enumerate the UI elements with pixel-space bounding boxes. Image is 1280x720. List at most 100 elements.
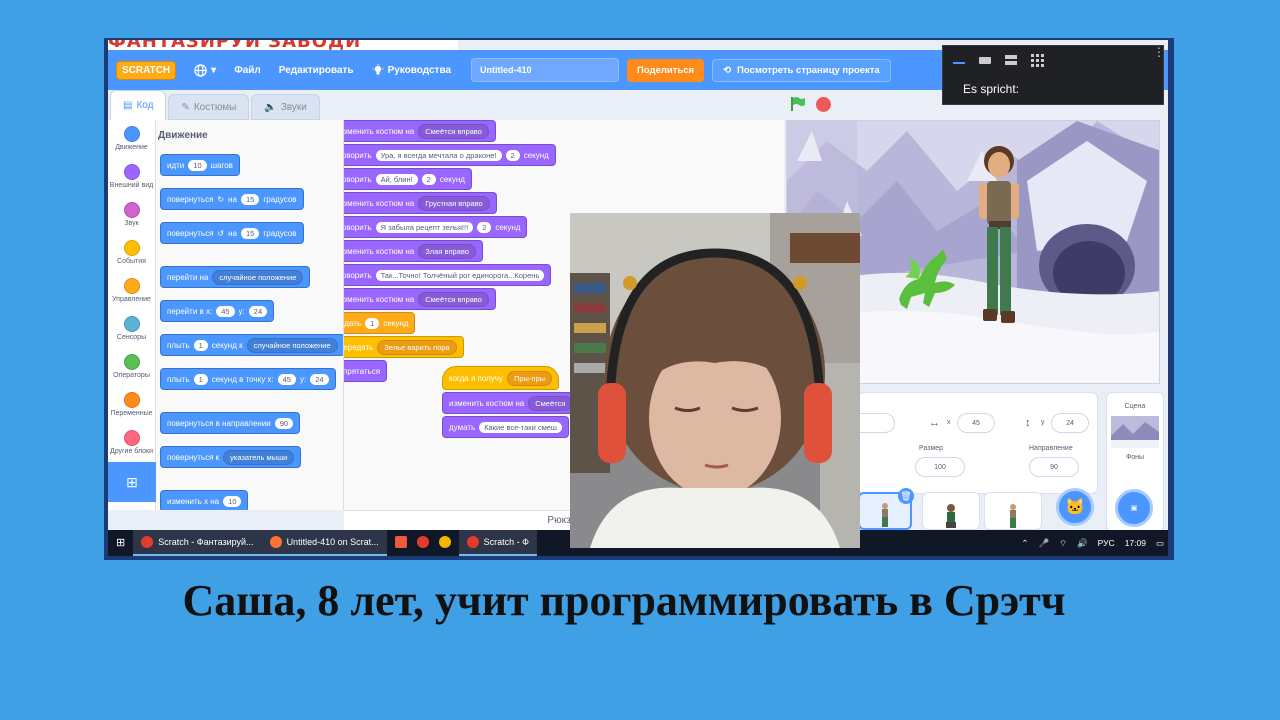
script-block-switch-costume[interactable]: изменить костюм на Смеётся вправо	[344, 288, 496, 310]
block-input[interactable]: 1	[193, 373, 208, 385]
scratch-logo[interactable]: SCRATCH	[116, 60, 177, 80]
category-my-blocks[interactable]: Другие блоки	[108, 424, 155, 462]
script-block-say[interactable]: говоритьТак...Точно! Толчёный рог единор…	[344, 264, 552, 286]
add-extension-button[interactable]: ⊞	[108, 462, 156, 502]
block-input[interactable]: Я забыла рецепт зелья!!!	[375, 221, 474, 233]
block-change-x[interactable]: изменить x на 10	[160, 490, 249, 510]
block-input[interactable]: 1	[193, 339, 208, 351]
chevron-up-icon[interactable]: ⌃	[1021, 538, 1028, 549]
see-project-page-button[interactable]: ⟲ Посмотреть страницу проекта	[712, 58, 891, 82]
block-dropdown[interactable]: указатель мыши	[223, 449, 295, 465]
block-point-direction[interactable]: повернуться в направлении 90	[160, 412, 301, 434]
block-input[interactable]: 15	[241, 193, 260, 205]
block-input[interactable]: 24	[248, 305, 268, 317]
script-block-switch-costume[interactable]: изменить костюм на Злая вправо	[344, 240, 483, 262]
script-block-wait[interactable]: ждать1секунд	[344, 312, 416, 334]
script-block-hide[interactable]: спрятаться	[344, 360, 388, 382]
block-input[interactable]: 90	[274, 417, 294, 429]
script-block-say[interactable]: говоритьАй, блин!2секунд	[344, 168, 472, 190]
project-title-input[interactable]: Untitled-410	[471, 58, 620, 82]
category-operators[interactable]: Операторы	[108, 348, 155, 386]
block-glide[interactable]: плыть 1 секунд к случайное положение	[160, 334, 343, 356]
sprite-tile[interactable]	[922, 492, 980, 530]
block-input[interactable]: 24	[310, 373, 329, 385]
block-input[interactable]: Какие все-таки смеш	[479, 421, 562, 433]
clock[interactable]: 17:09	[1125, 538, 1146, 548]
language-menu[interactable]: ▾	[194, 63, 216, 77]
y-input[interactable]: 24	[1051, 413, 1089, 433]
taskbar-item[interactable]: Scratch - Ф	[458, 530, 537, 556]
tutorials-menu[interactable]: Руководства	[372, 64, 451, 76]
block-dropdown[interactable]: Смеётся вправо	[418, 291, 489, 307]
block-goto[interactable]: перейти на случайное положение	[160, 266, 311, 288]
block-input[interactable]: 10	[188, 159, 207, 171]
block-move[interactable]: идти 10 шагов	[160, 154, 240, 176]
block-dropdown[interactable]: Грустная вправо	[418, 195, 490, 211]
layout-grid-icon[interactable]	[1031, 53, 1044, 67]
block-input[interactable]: 2	[421, 173, 436, 185]
tab-sounds[interactable]: 🔈 Звуки	[251, 94, 320, 120]
block-input[interactable]: 2	[505, 149, 520, 161]
taskbar-app-icons[interactable]	[387, 530, 459, 556]
delete-sprite-icon[interactable]: 🗑	[898, 488, 914, 504]
block-input[interactable]: 10	[223, 495, 242, 507]
layout-split-icon[interactable]	[1005, 55, 1017, 65]
stop-button[interactable]	[816, 97, 831, 112]
block-point-towards[interactable]: повернуться к указатель мыши	[160, 446, 302, 468]
block-turn-right[interactable]: повернуться ↻ на 15 градусов	[160, 188, 304, 210]
category-looks[interactable]: Внешний вид	[108, 158, 155, 196]
category-events[interactable]: События	[108, 234, 155, 272]
block-dropdown[interactable]: случайное положение	[246, 337, 338, 353]
block-input[interactable]: 45	[277, 373, 296, 385]
taskbar-item[interactable]: Untitled-410 on Scrat...	[261, 530, 387, 556]
block-dropdown[interactable]: Злая вправо	[418, 243, 476, 259]
block-input[interactable]: Так...Точно! Толчёный рог единорога...Ко…	[375, 269, 545, 281]
file-menu[interactable]: Файл	[234, 65, 261, 76]
block-dropdown[interactable]: Смеётся	[528, 395, 573, 411]
category-variables[interactable]: Переменные	[108, 386, 155, 424]
more-options-icon[interactable]: ⋮	[1153, 46, 1165, 66]
volume-icon[interactable]: 🔊	[1077, 538, 1088, 549]
sprite-tile[interactable]: 🗑	[858, 488, 914, 530]
taskbar-item[interactable]: Scratch - Фантазируй...	[133, 530, 262, 556]
block-goto-xy[interactable]: перейти в x: 45 y: 24	[160, 300, 275, 322]
block-turn-left[interactable]: повернуться ↺ на 15 градусов	[160, 222, 304, 244]
script-block-switch-costume[interactable]: изменить костюм на Грустная вправо	[344, 192, 497, 214]
microphone-icon[interactable]: 🎤	[1038, 538, 1049, 549]
category-control[interactable]: Управление	[108, 272, 155, 310]
direction-input[interactable]: 90	[1029, 457, 1079, 477]
block-input[interactable]: 1	[365, 317, 380, 329]
tab-code[interactable]: ▤ Код	[110, 90, 167, 120]
block-input[interactable]: 2	[477, 221, 492, 233]
block-input[interactable]: 15	[241, 227, 260, 239]
green-flag-icon[interactable]	[790, 96, 806, 112]
edit-menu[interactable]: Редактировать	[279, 65, 354, 76]
block-dropdown[interactable]: Смеётся вправо	[418, 123, 489, 139]
category-sound[interactable]: Звук	[108, 196, 155, 234]
layout-small-icon[interactable]	[979, 56, 991, 64]
block-dropdown[interactable]: Зелье варить пора	[377, 339, 457, 355]
block-input[interactable]: Ура, я всегда мечтала о драконе!	[375, 149, 502, 161]
script-block-switch-costume[interactable]: изменить костюм на Смеётся	[442, 392, 580, 414]
script-block-say[interactable]: говоритьУра, я всегда мечтала о драконе!…	[344, 144, 556, 166]
stage-target-panel[interactable]: Сцена Фоны ▣	[1106, 392, 1164, 532]
category-sensing[interactable]: Сенсоры	[108, 310, 155, 348]
x-input[interactable]: 45	[957, 413, 995, 433]
network-icon[interactable]: ⌔	[1059, 538, 1067, 549]
start-button[interactable]: ⊞	[108, 530, 133, 556]
script-block-say[interactable]: говоритьЯ забыла рецепт зелья!!!2секунд	[344, 216, 528, 238]
choose-backdrop-button[interactable]: ▣	[1115, 489, 1153, 527]
share-button[interactable]: Поделиться	[627, 58, 705, 82]
sprite-tile[interactable]	[984, 492, 1042, 530]
notifications-icon[interactable]: ▭	[1156, 538, 1164, 549]
block-input[interactable]: Ай, блин!	[375, 173, 418, 185]
block-dropdown[interactable]: случайное положение	[212, 269, 304, 285]
minimize-icon[interactable]	[953, 62, 965, 64]
block-glide-xy[interactable]: плыть 1 секунд в точку x: 45 y: 24	[160, 368, 336, 390]
size-input[interactable]: 100	[915, 457, 965, 477]
script-hat-when-receive[interactable]: когда я получу Пры-пры	[442, 366, 560, 390]
choose-sprite-button[interactable]: 🐱	[1056, 488, 1094, 526]
script-block-switch-costume[interactable]: изменить костюм на Смеётся вправо	[344, 120, 496, 142]
language-indicator[interactable]: РУС	[1098, 538, 1115, 548]
script-block-broadcast[interactable]: передатьЗелье варить пора	[344, 336, 464, 358]
